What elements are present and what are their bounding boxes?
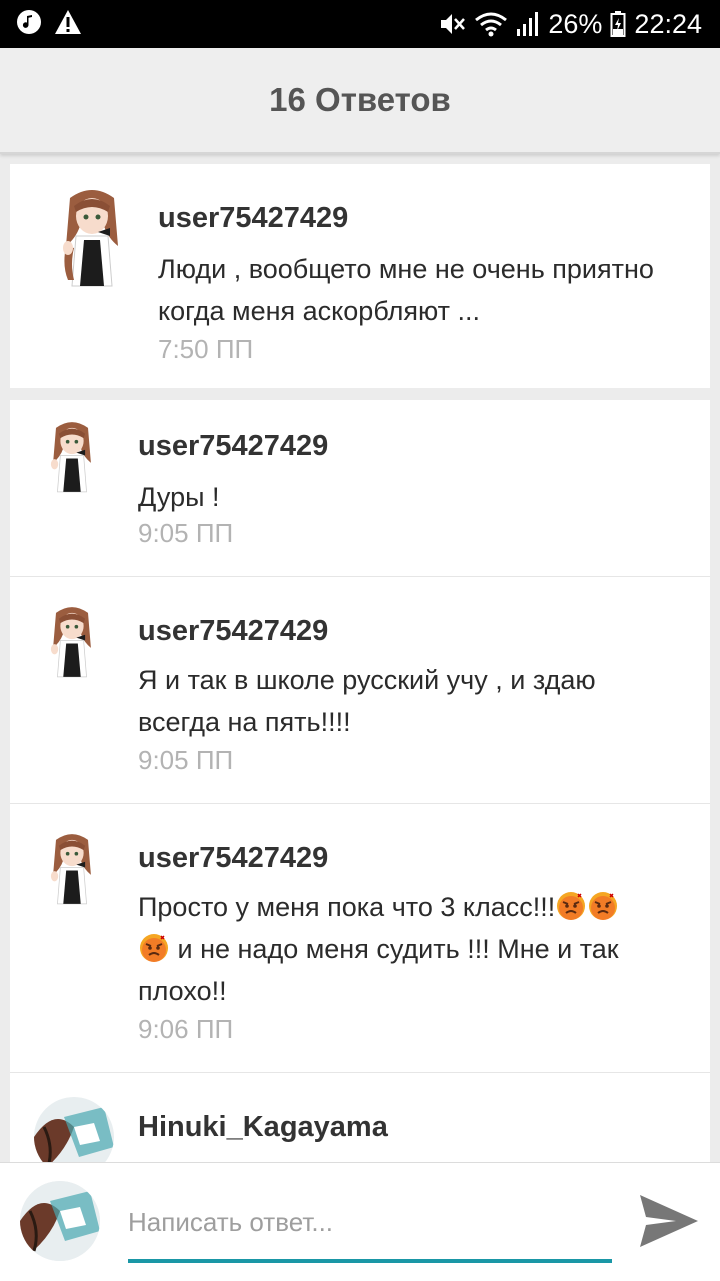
wifi-icon (474, 10, 508, 38)
angry-face-icon (556, 891, 586, 921)
list-item[interactable]: user75427429 Дуры ! 9:05 ПП (10, 400, 710, 576)
comment-username[interactable]: user75427429 (158, 202, 348, 235)
page-title: 16 Ответов (269, 81, 451, 118)
music-icon (16, 9, 42, 40)
send-icon (640, 1195, 698, 1247)
comment-username[interactable]: user75427429 (138, 842, 328, 875)
input-underline (128, 1259, 612, 1263)
battery-icon (610, 10, 626, 38)
comment-text-part: Просто у меня пока что 3 класс!!! (138, 892, 556, 922)
avatar[interactable] (40, 601, 104, 683)
comment-username[interactable]: user75427429 (138, 615, 328, 648)
comment-time: 9:05 ПП (138, 518, 234, 548)
list-item[interactable]: user75427429 Я и так в школе русский учу… (10, 577, 710, 803)
angry-face-icon (139, 933, 169, 963)
comment-text: Я и так в школе русский учу , и здаю все… (138, 665, 596, 737)
app-header: 16 Ответов (0, 48, 720, 154)
comment-text: Дуры ! (138, 482, 220, 512)
clock: 22:24 (634, 8, 702, 39)
comment-text: Люди , вообщето мне не очень приятно ког… (158, 254, 654, 326)
status-bar: 26% 22:24 (0, 0, 720, 48)
root-comment[interactable]: user75427429 Люди , вообщето мне не очен… (10, 164, 710, 388)
avatar[interactable] (20, 1181, 100, 1261)
send-button[interactable] (636, 1191, 702, 1251)
list-item[interactable]: Hinuki_Kagayama (10, 1073, 710, 1162)
comment-time: 9:05 ПП (138, 745, 234, 775)
reply-input[interactable] (128, 1193, 612, 1251)
comment-text: Просто у меня пока что 3 класс!!! и не н… (138, 886, 658, 1012)
comment-time: 7:50 ПП (158, 334, 254, 364)
battery-percent: 26% (548, 8, 603, 39)
replies-card: user75427429 Дуры ! 9:05 ПП user75427429 (10, 400, 710, 1162)
comment-username[interactable]: Hinuki_Kagayama (138, 1111, 388, 1144)
avatar[interactable] (34, 1097, 114, 1162)
reply-composer (0, 1162, 720, 1281)
avatar[interactable] (40, 828, 104, 910)
comment-time: 9:06 ПП (138, 1014, 234, 1044)
avatar[interactable] (40, 416, 104, 498)
warning-icon (54, 9, 82, 40)
signal-icon (516, 11, 540, 37)
list-item[interactable]: user75427429 Просто у меня пока что 3 кл… (10, 804, 710, 1072)
comment-list[interactable]: user75427429 Люди , вообщето мне не очен… (0, 154, 720, 1162)
comment-username[interactable]: user75427429 (138, 430, 328, 463)
avatar[interactable] (48, 186, 136, 290)
angry-face-icon (588, 891, 618, 921)
mute-icon (438, 10, 466, 38)
comment-text-part: и не надо меня судить !!! Мне и так плох… (138, 934, 619, 1006)
